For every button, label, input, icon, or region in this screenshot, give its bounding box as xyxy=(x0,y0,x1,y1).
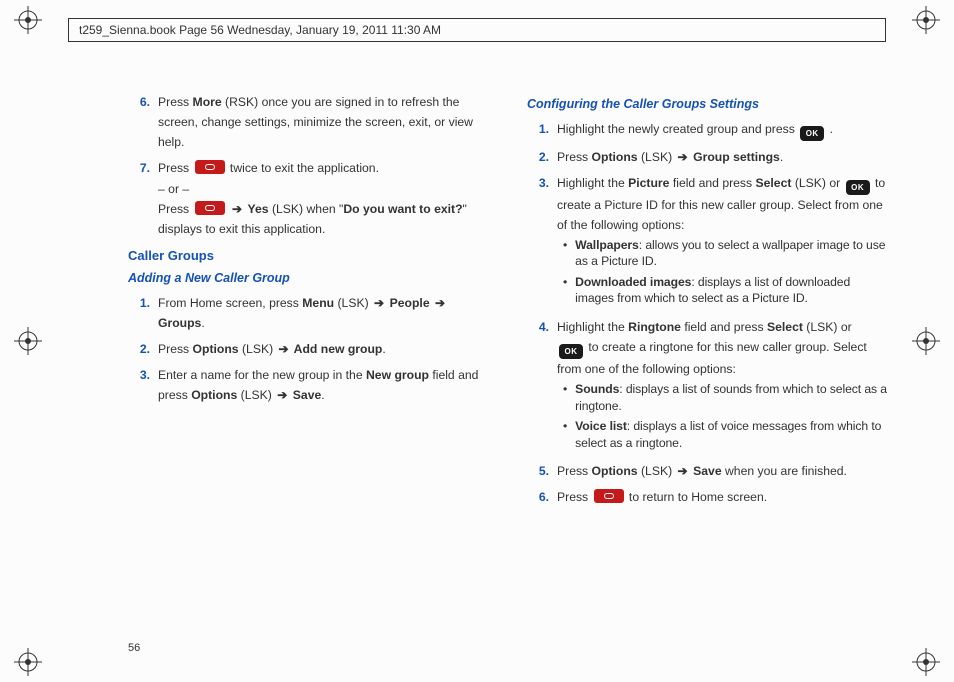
list-item: 3. Highlight the Picture field and press… xyxy=(527,173,890,311)
crop-mark-icon xyxy=(14,327,42,355)
step-body: Press More (RSK) once you are signed in … xyxy=(158,92,491,152)
step-number: 5. xyxy=(527,461,549,481)
list-item: 6. Press to return to Home screen. xyxy=(527,487,890,507)
list-item: 7. Press twice to exit the application. … xyxy=(128,158,491,239)
list-item: 1. From Home screen, press Menu (LSK) ➔ … xyxy=(128,293,491,333)
right-column: Configuring the Caller Groups Settings 1… xyxy=(527,92,890,632)
ok-key-icon: OK xyxy=(559,344,583,359)
step-body: Press to return to Home screen. xyxy=(557,487,890,507)
heading-caller-groups: Caller Groups xyxy=(128,245,491,266)
step-number: 3. xyxy=(128,365,150,405)
step-number: 1. xyxy=(527,119,549,141)
page: t259_Sienna.book Page 56 Wednesday, Janu… xyxy=(0,0,954,682)
left-column: 6. Press More (RSK) once you are signed … xyxy=(128,92,491,632)
step-number: 1. xyxy=(128,293,150,333)
crop-mark-icon xyxy=(14,6,42,34)
step-number: 7. xyxy=(128,158,150,239)
crop-mark-icon xyxy=(912,327,940,355)
step-body: Enter a name for the new group in the Ne… xyxy=(158,365,491,405)
step-number: 4. xyxy=(527,317,549,455)
end-key-icon xyxy=(594,489,624,503)
step-number: 6. xyxy=(128,92,150,152)
ok-key-icon: OK xyxy=(846,180,870,195)
ok-key-icon: OK xyxy=(800,126,824,141)
step-body: Highlight the Ringtone field and press S… xyxy=(557,317,890,455)
crop-mark-icon xyxy=(14,648,42,676)
end-key-icon xyxy=(195,201,225,215)
list-item: 2. Press Options (LSK) ➔ Group settings. xyxy=(527,147,890,167)
step-number: 6. xyxy=(527,487,549,507)
heading-configuring-caller-groups: Configuring the Caller Groups Settings xyxy=(527,94,890,115)
list-item: 2. Press Options (LSK) ➔ Add new group. xyxy=(128,339,491,359)
list-item: 6. Press More (RSK) once you are signed … xyxy=(128,92,491,152)
step-number: 3. xyxy=(527,173,549,311)
end-key-icon xyxy=(195,160,225,174)
crop-mark-icon xyxy=(912,648,940,676)
step-number: 2. xyxy=(527,147,549,167)
bullet-item: Sounds: displays a list of sounds from w… xyxy=(563,381,890,414)
list-item: 3. Enter a name for the new group in the… xyxy=(128,365,491,405)
content-area: 6. Press More (RSK) once you are signed … xyxy=(128,92,890,632)
step-body: Highlight the Picture field and press Se… xyxy=(557,173,890,311)
bullet-item: Wallpapers: allows you to select a wallp… xyxy=(563,237,890,270)
step-body: Highlight the newly created group and pr… xyxy=(557,119,890,141)
header-text: t259_Sienna.book Page 56 Wednesday, Janu… xyxy=(79,23,441,37)
list-item: 5. Press Options (LSK) ➔ Save when you a… xyxy=(527,461,890,481)
heading-adding-new-caller-group: Adding a New Caller Group xyxy=(128,268,491,289)
bullet-item: Voice list: displays a list of voice mes… xyxy=(563,418,890,451)
list-item: 4. Highlight the Ringtone field and pres… xyxy=(527,317,890,455)
page-number: 56 xyxy=(128,642,140,654)
bullet-item: Downloaded images: displays a list of do… xyxy=(563,274,890,307)
step-body: From Home screen, press Menu (LSK) ➔ Peo… xyxy=(158,293,491,333)
step-number: 2. xyxy=(128,339,150,359)
step-body: Press Options (LSK) ➔ Save when you are … xyxy=(557,461,890,481)
header-box: t259_Sienna.book Page 56 Wednesday, Janu… xyxy=(68,18,886,42)
crop-mark-icon xyxy=(912,6,940,34)
list-item: 1. Highlight the newly created group and… xyxy=(527,119,890,141)
step-body: Press Options (LSK) ➔ Add new group. xyxy=(158,339,491,359)
step-body: Press twice to exit the application. – o… xyxy=(158,158,491,239)
step-body: Press Options (LSK) ➔ Group settings. xyxy=(557,147,890,167)
